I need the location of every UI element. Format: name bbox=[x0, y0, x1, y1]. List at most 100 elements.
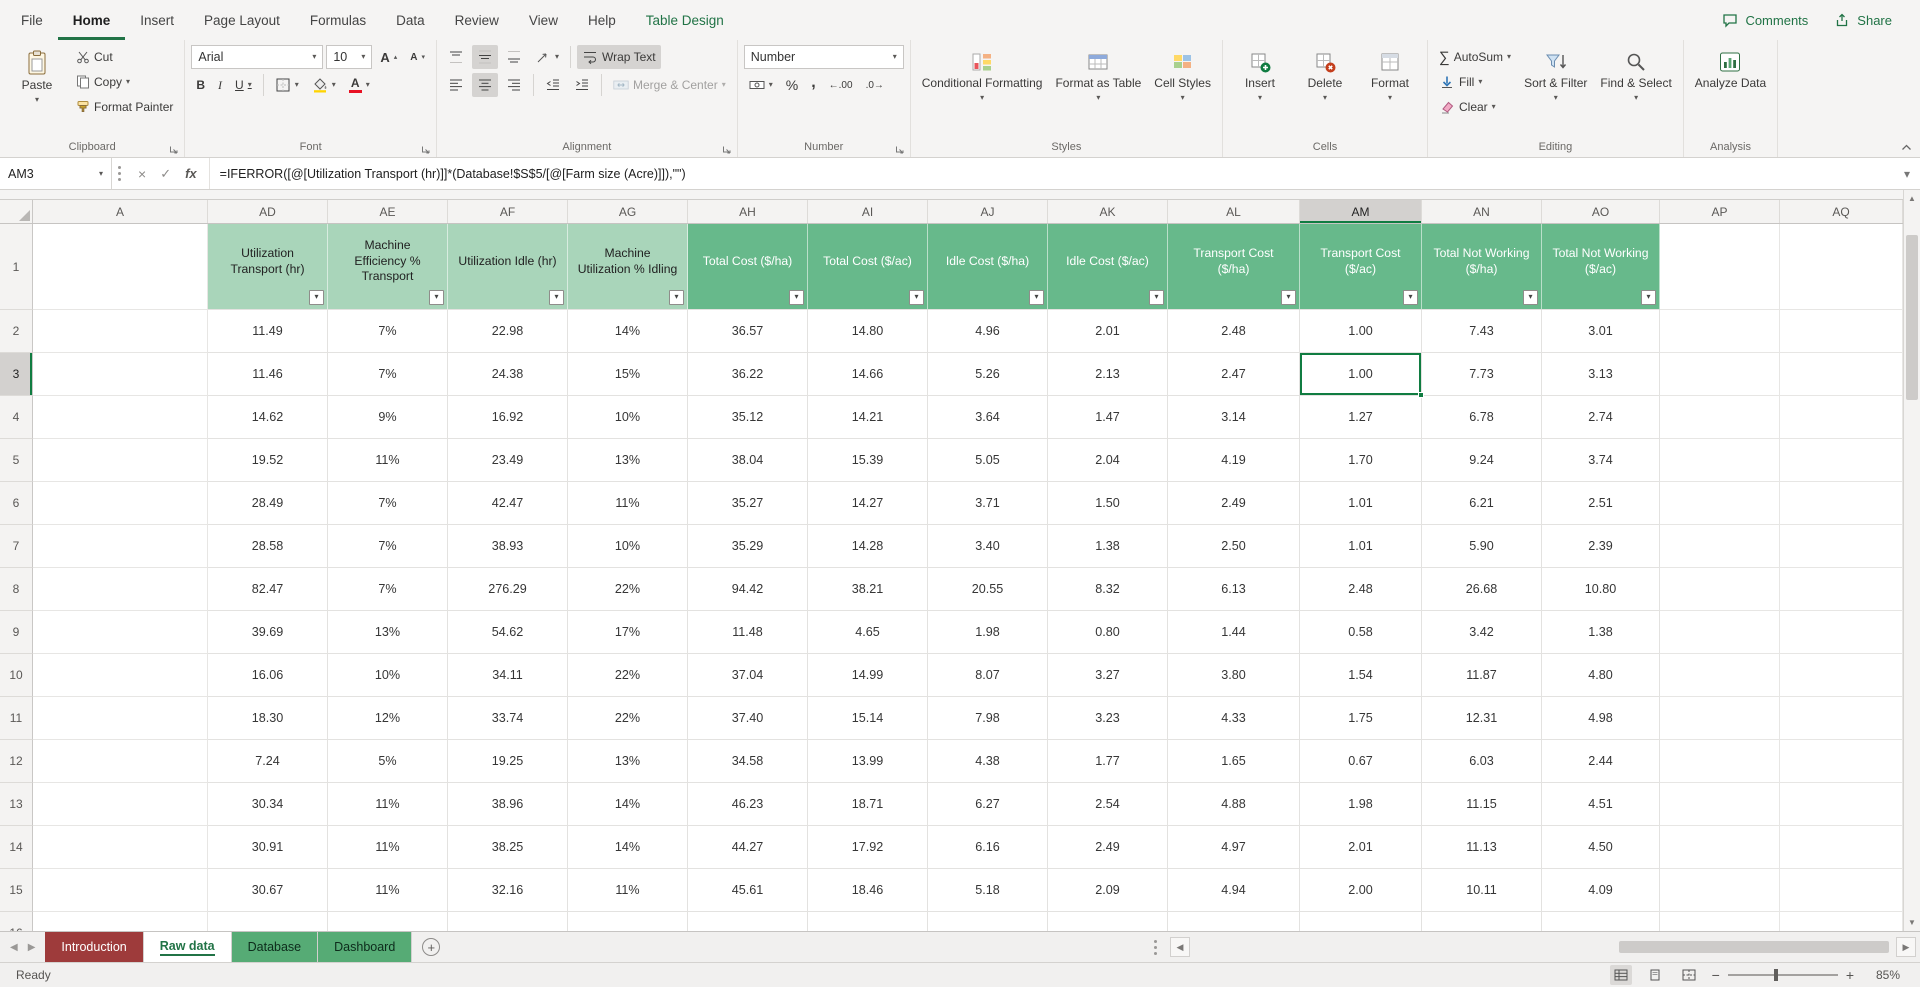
bottom-align-button[interactable] bbox=[501, 45, 527, 69]
filter-button-AI[interactable]: ▾ bbox=[909, 290, 924, 305]
cell-AP6[interactable] bbox=[1660, 482, 1780, 525]
cell-AP5[interactable] bbox=[1660, 439, 1780, 482]
cell-AG12[interactable]: 13% bbox=[568, 740, 688, 783]
cell-AF10[interactable]: 34.11 bbox=[448, 654, 568, 697]
cell-AI14[interactable]: 17.92 bbox=[808, 826, 928, 869]
cell-AD12[interactable]: 7.24 bbox=[208, 740, 328, 783]
cell-AJ10[interactable]: 8.07 bbox=[928, 654, 1048, 697]
expand-formula-bar-icon[interactable]: ▾ bbox=[1894, 158, 1920, 189]
cell-AF16[interactable] bbox=[448, 912, 568, 931]
cell-AE4[interactable]: 9% bbox=[328, 396, 448, 439]
cell-AG13[interactable]: 14% bbox=[568, 783, 688, 826]
cell-AK2[interactable]: 2.01 bbox=[1048, 310, 1168, 353]
cell-AO5[interactable]: 3.74 bbox=[1542, 439, 1660, 482]
cell-AQ9[interactable] bbox=[1780, 611, 1903, 654]
cell-AG5[interactable]: 13% bbox=[568, 439, 688, 482]
horizontal-scroll-thumb[interactable] bbox=[1619, 941, 1889, 953]
cell-AF9[interactable]: 54.62 bbox=[448, 611, 568, 654]
cell-AH8[interactable]: 94.42 bbox=[688, 568, 808, 611]
row-header-3[interactable]: 3 bbox=[0, 353, 33, 396]
filter-button-AG[interactable]: ▾ bbox=[669, 290, 684, 305]
scroll-right-icon[interactable]: ▶ bbox=[1896, 937, 1916, 957]
page-layout-view-button[interactable] bbox=[1644, 965, 1666, 985]
cell-AP2[interactable] bbox=[1660, 310, 1780, 353]
cell-AF2[interactable]: 22.98 bbox=[448, 310, 568, 353]
row-header-16[interactable]: 16 bbox=[0, 912, 33, 931]
cell-AJ14[interactable]: 6.16 bbox=[928, 826, 1048, 869]
cell-AI7[interactable]: 14.28 bbox=[808, 525, 928, 568]
cell-AL14[interactable]: 4.97 bbox=[1168, 826, 1300, 869]
cell-AD10[interactable]: 16.06 bbox=[208, 654, 328, 697]
column-header-AN[interactable]: AN bbox=[1422, 200, 1542, 223]
row-header-14[interactable]: 14 bbox=[0, 826, 33, 869]
cell-AQ14[interactable] bbox=[1780, 826, 1903, 869]
row-header-4[interactable]: 4 bbox=[0, 396, 33, 439]
cell-AL3[interactable]: 2.47 bbox=[1168, 353, 1300, 396]
number-format-combo[interactable]: Number▾ bbox=[744, 45, 904, 69]
cell-AJ2[interactable]: 4.96 bbox=[928, 310, 1048, 353]
cell-AE10[interactable]: 10% bbox=[328, 654, 448, 697]
borders-button[interactable]: ▾ bbox=[270, 73, 304, 97]
cell-A7[interactable] bbox=[33, 525, 208, 568]
cell-AQ10[interactable] bbox=[1780, 654, 1903, 697]
row-header-5[interactable]: 5 bbox=[0, 439, 33, 482]
cell-AJ8[interactable]: 20.55 bbox=[928, 568, 1048, 611]
cell-AQ6[interactable] bbox=[1780, 482, 1903, 525]
cell-AN3[interactable]: 7.73 bbox=[1422, 353, 1542, 396]
orientation-button[interactable]: ▾ bbox=[530, 45, 564, 69]
cell-AH7[interactable]: 35.29 bbox=[688, 525, 808, 568]
cell-AN4[interactable]: 6.78 bbox=[1422, 396, 1542, 439]
cell-AH9[interactable]: 11.48 bbox=[688, 611, 808, 654]
cell-AL2[interactable]: 2.48 bbox=[1168, 310, 1300, 353]
cell-AL10[interactable]: 3.80 bbox=[1168, 654, 1300, 697]
column-header-AG[interactable]: AG bbox=[568, 200, 688, 223]
cell-AQ1[interactable] bbox=[1780, 224, 1903, 310]
cell-AG15[interactable]: 11% bbox=[568, 869, 688, 912]
cell-AJ6[interactable]: 3.71 bbox=[928, 482, 1048, 525]
column-header-AK[interactable]: AK bbox=[1048, 200, 1168, 223]
filter-button-AM[interactable]: ▾ bbox=[1403, 290, 1418, 305]
column-header-AF[interactable]: AF bbox=[448, 200, 568, 223]
name-box-resize-handle[interactable] bbox=[112, 158, 126, 189]
format-painter-button[interactable]: Format Painter bbox=[71, 95, 178, 119]
fill-handle[interactable] bbox=[1418, 392, 1424, 398]
fill-button[interactable]: Fill▾ bbox=[1434, 70, 1516, 94]
cell-A8[interactable] bbox=[33, 568, 208, 611]
cell-AD11[interactable]: 18.30 bbox=[208, 697, 328, 740]
row-header-13[interactable]: 13 bbox=[0, 783, 33, 826]
cell-AD2[interactable]: 11.49 bbox=[208, 310, 328, 353]
cell-AL15[interactable]: 4.94 bbox=[1168, 869, 1300, 912]
cell-AQ7[interactable] bbox=[1780, 525, 1903, 568]
tab-split-handle[interactable] bbox=[1148, 938, 1162, 956]
cell-AH13[interactable]: 46.23 bbox=[688, 783, 808, 826]
cell-AE5[interactable]: 11% bbox=[328, 439, 448, 482]
cell-AQ11[interactable] bbox=[1780, 697, 1903, 740]
cell-AI3[interactable]: 14.66 bbox=[808, 353, 928, 396]
vertical-scrollbar[interactable]: ▲ ▼ bbox=[1903, 190, 1920, 931]
cell-AI8[interactable]: 38.21 bbox=[808, 568, 928, 611]
cell-AD4[interactable]: 14.62 bbox=[208, 396, 328, 439]
filter-button-AD[interactable]: ▾ bbox=[309, 290, 324, 305]
cell-AD6[interactable]: 28.49 bbox=[208, 482, 328, 525]
cell-AD5[interactable]: 19.52 bbox=[208, 439, 328, 482]
cell-AH10[interactable]: 37.04 bbox=[688, 654, 808, 697]
cell-A9[interactable] bbox=[33, 611, 208, 654]
cell-AH5[interactable]: 38.04 bbox=[688, 439, 808, 482]
cell-AQ16[interactable] bbox=[1780, 912, 1903, 931]
cell-A6[interactable] bbox=[33, 482, 208, 525]
row-header-8[interactable]: 8 bbox=[0, 568, 33, 611]
scroll-left-icon[interactable]: ◀ bbox=[1170, 937, 1190, 957]
column-header-AI[interactable]: AI bbox=[808, 200, 928, 223]
font-color-button[interactable]: A ▾ bbox=[344, 73, 375, 97]
underline-button[interactable]: U▾ bbox=[230, 73, 257, 97]
row-header-11[interactable]: 11 bbox=[0, 697, 33, 740]
fill-color-button[interactable]: ▾ bbox=[307, 73, 341, 97]
next-sheet-icon[interactable]: ▶ bbox=[28, 942, 36, 953]
cell-AM10[interactable]: 1.54 bbox=[1300, 654, 1422, 697]
cell-AJ7[interactable]: 3.40 bbox=[928, 525, 1048, 568]
cell-AN13[interactable]: 11.15 bbox=[1422, 783, 1542, 826]
new-sheet-button[interactable]: + bbox=[422, 938, 440, 956]
increase-font-size-button[interactable]: A▴ bbox=[375, 45, 402, 69]
percent-style-button[interactable]: % bbox=[781, 73, 803, 97]
row-header-6[interactable]: 6 bbox=[0, 482, 33, 525]
